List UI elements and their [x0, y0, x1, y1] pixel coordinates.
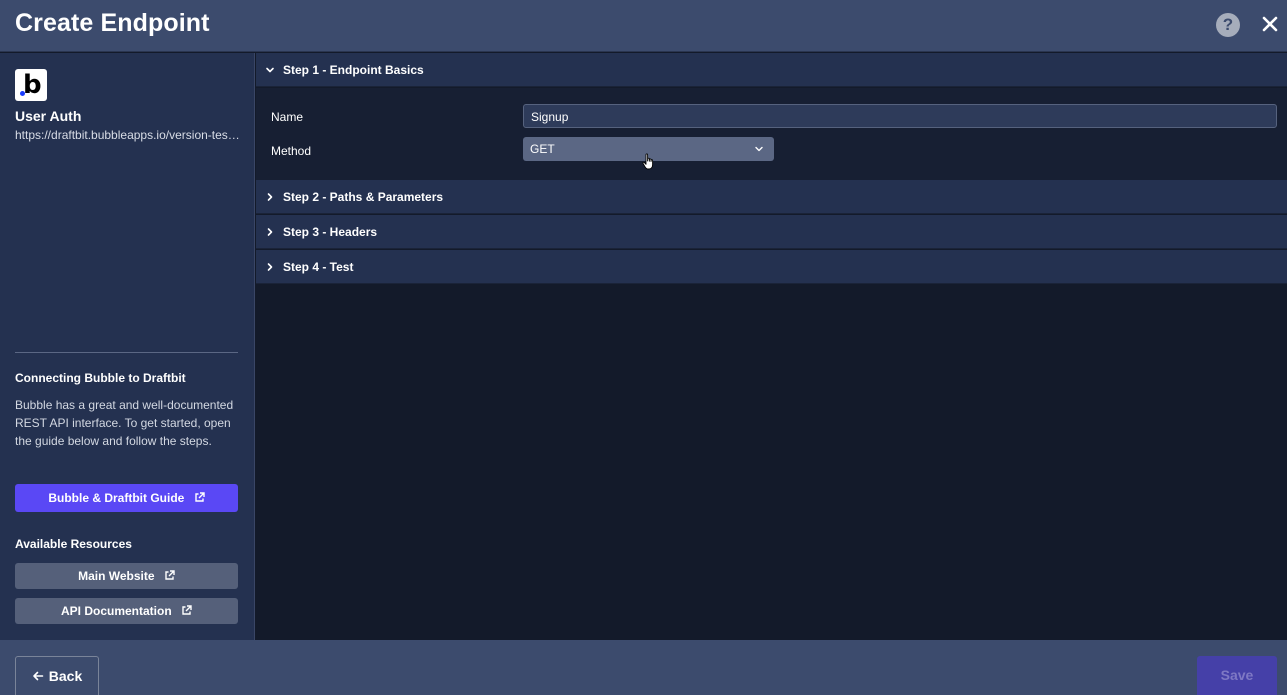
method-label: Method	[271, 144, 312, 158]
chevron-down-icon	[755, 146, 763, 152]
name-input[interactable]: Signup	[523, 104, 1277, 128]
arrow-left-icon	[32, 671, 44, 681]
guide-button-label: Bubble & Draftbit Guide	[48, 491, 185, 505]
bubble-logo-icon: b	[15, 69, 47, 101]
service-url: https://draftbit.bubbleapps.io/version-t…	[15, 128, 240, 142]
step-2-header[interactable]: Step 2 - Paths & Parameters	[256, 180, 1287, 214]
step-3-header[interactable]: Step 3 - Headers	[256, 215, 1287, 249]
connecting-title: Connecting Bubble to Draftbit	[15, 371, 186, 385]
dialog-footer: Back Save	[0, 640, 1287, 695]
back-button-label: Back	[48, 668, 83, 684]
guide-button[interactable]: Bubble & Draftbit Guide	[15, 484, 238, 512]
connecting-description: Bubble has a great and well-documented R…	[15, 398, 234, 448]
external-link-icon	[165, 570, 175, 580]
main-website-button[interactable]: Main Website	[15, 563, 238, 589]
api-documentation-button[interactable]: API Documentation	[15, 598, 238, 624]
step-1-label: Step 1 - Endpoint Basics	[283, 63, 424, 77]
sidebar-divider	[15, 352, 238, 353]
step-2-label: Step 2 - Paths & Parameters	[283, 190, 444, 204]
name-label: Name	[271, 110, 304, 124]
main-panel: Step 1 - Endpoint Basics Name Signup Met…	[256, 53, 1287, 640]
chevron-right-icon	[267, 193, 273, 201]
main-website-label: Main Website	[78, 569, 155, 583]
external-link-icon	[194, 492, 205, 502]
chevron-down-icon	[266, 67, 274, 73]
step-1-header[interactable]: Step 1 - Endpoint Basics	[256, 53, 1287, 87]
service-name: User Auth	[15, 108, 82, 124]
close-icon[interactable]	[1260, 14, 1280, 34]
step-4-label: Step 4 - Test	[283, 260, 354, 274]
step-3-label: Step 3 - Headers	[283, 225, 378, 239]
help-icon[interactable]: ?	[1216, 13, 1240, 37]
save-button[interactable]: Save	[1197, 656, 1277, 695]
api-documentation-label: API Documentation	[60, 604, 172, 618]
chevron-right-icon	[267, 228, 273, 236]
dialog-header: Create Endpoint ?	[0, 0, 1287, 52]
page-title: Create Endpoint	[15, 9, 210, 37]
sidebar: b User Auth https://draftbit.bubbleapps.…	[0, 53, 255, 640]
chevron-right-icon	[267, 263, 273, 271]
hand-pointer-icon	[642, 153, 654, 170]
back-button[interactable]: Back	[15, 656, 99, 695]
external-link-icon	[182, 605, 192, 615]
resources-title: Available Resources	[15, 537, 132, 551]
method-select-value: GET	[530, 142, 555, 156]
step-4-header[interactable]: Step 4 - Test	[256, 250, 1287, 284]
step-1-body: Name Signup Method GET	[256, 88, 1287, 180]
